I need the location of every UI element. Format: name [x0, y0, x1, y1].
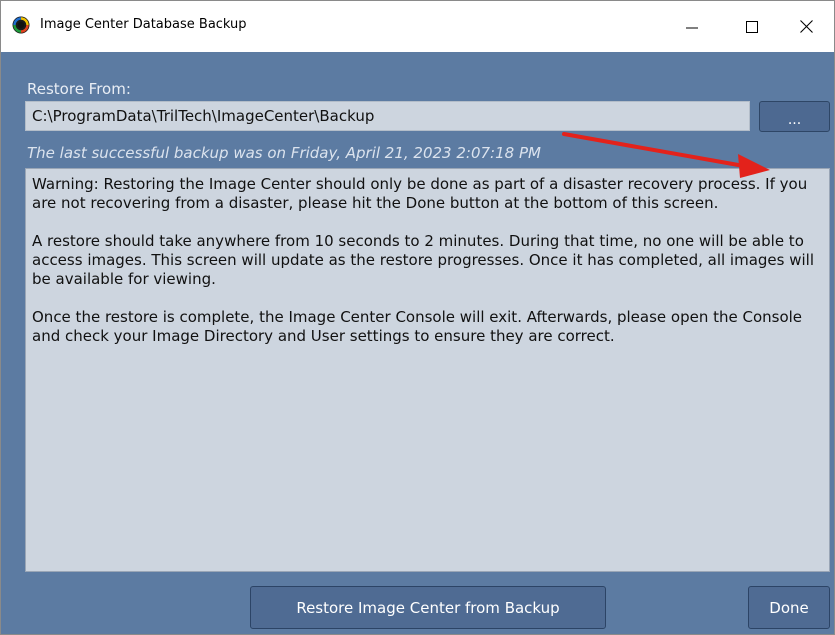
restore-from-label: Restore From:: [27, 80, 131, 98]
duration-paragraph: A restore should take anywhere from 10 s…: [32, 232, 815, 288]
backup-window: Image Center Database Backup Restore Fro…: [0, 0, 835, 635]
image-center-logo-icon: [12, 16, 30, 34]
done-button[interactable]: Done: [748, 586, 830, 629]
window-title: Image Center Database Backup: [40, 17, 247, 32]
close-icon: [799, 20, 813, 33]
minimize-icon: [686, 27, 698, 28]
close-button[interactable]: [780, 1, 832, 52]
last-backup-status: The last successful backup was on Friday…: [27, 144, 541, 162]
restore-path-field[interactable]: C:\ProgramData\TrilTech\ImageCenter\Back…: [25, 101, 750, 131]
dialog-body: Restore From: C:\ProgramData\TrilTech\Im…: [1, 52, 834, 634]
warning-message-box[interactable]: Warning: Restoring the Image Center shou…: [25, 168, 830, 572]
restore-from-backup-button[interactable]: Restore Image Center from Backup: [250, 586, 606, 629]
maximize-button[interactable]: [726, 1, 778, 52]
warning-paragraph: Warning: Restoring the Image Center shou…: [32, 175, 808, 212]
minimize-button[interactable]: [666, 1, 718, 52]
title-bar: Image Center Database Backup: [1, 1, 834, 52]
maximize-icon: [746, 20, 758, 33]
after-restore-paragraph: Once the restore is complete, the Image …: [32, 308, 803, 345]
browse-button[interactable]: ...: [759, 101, 830, 132]
